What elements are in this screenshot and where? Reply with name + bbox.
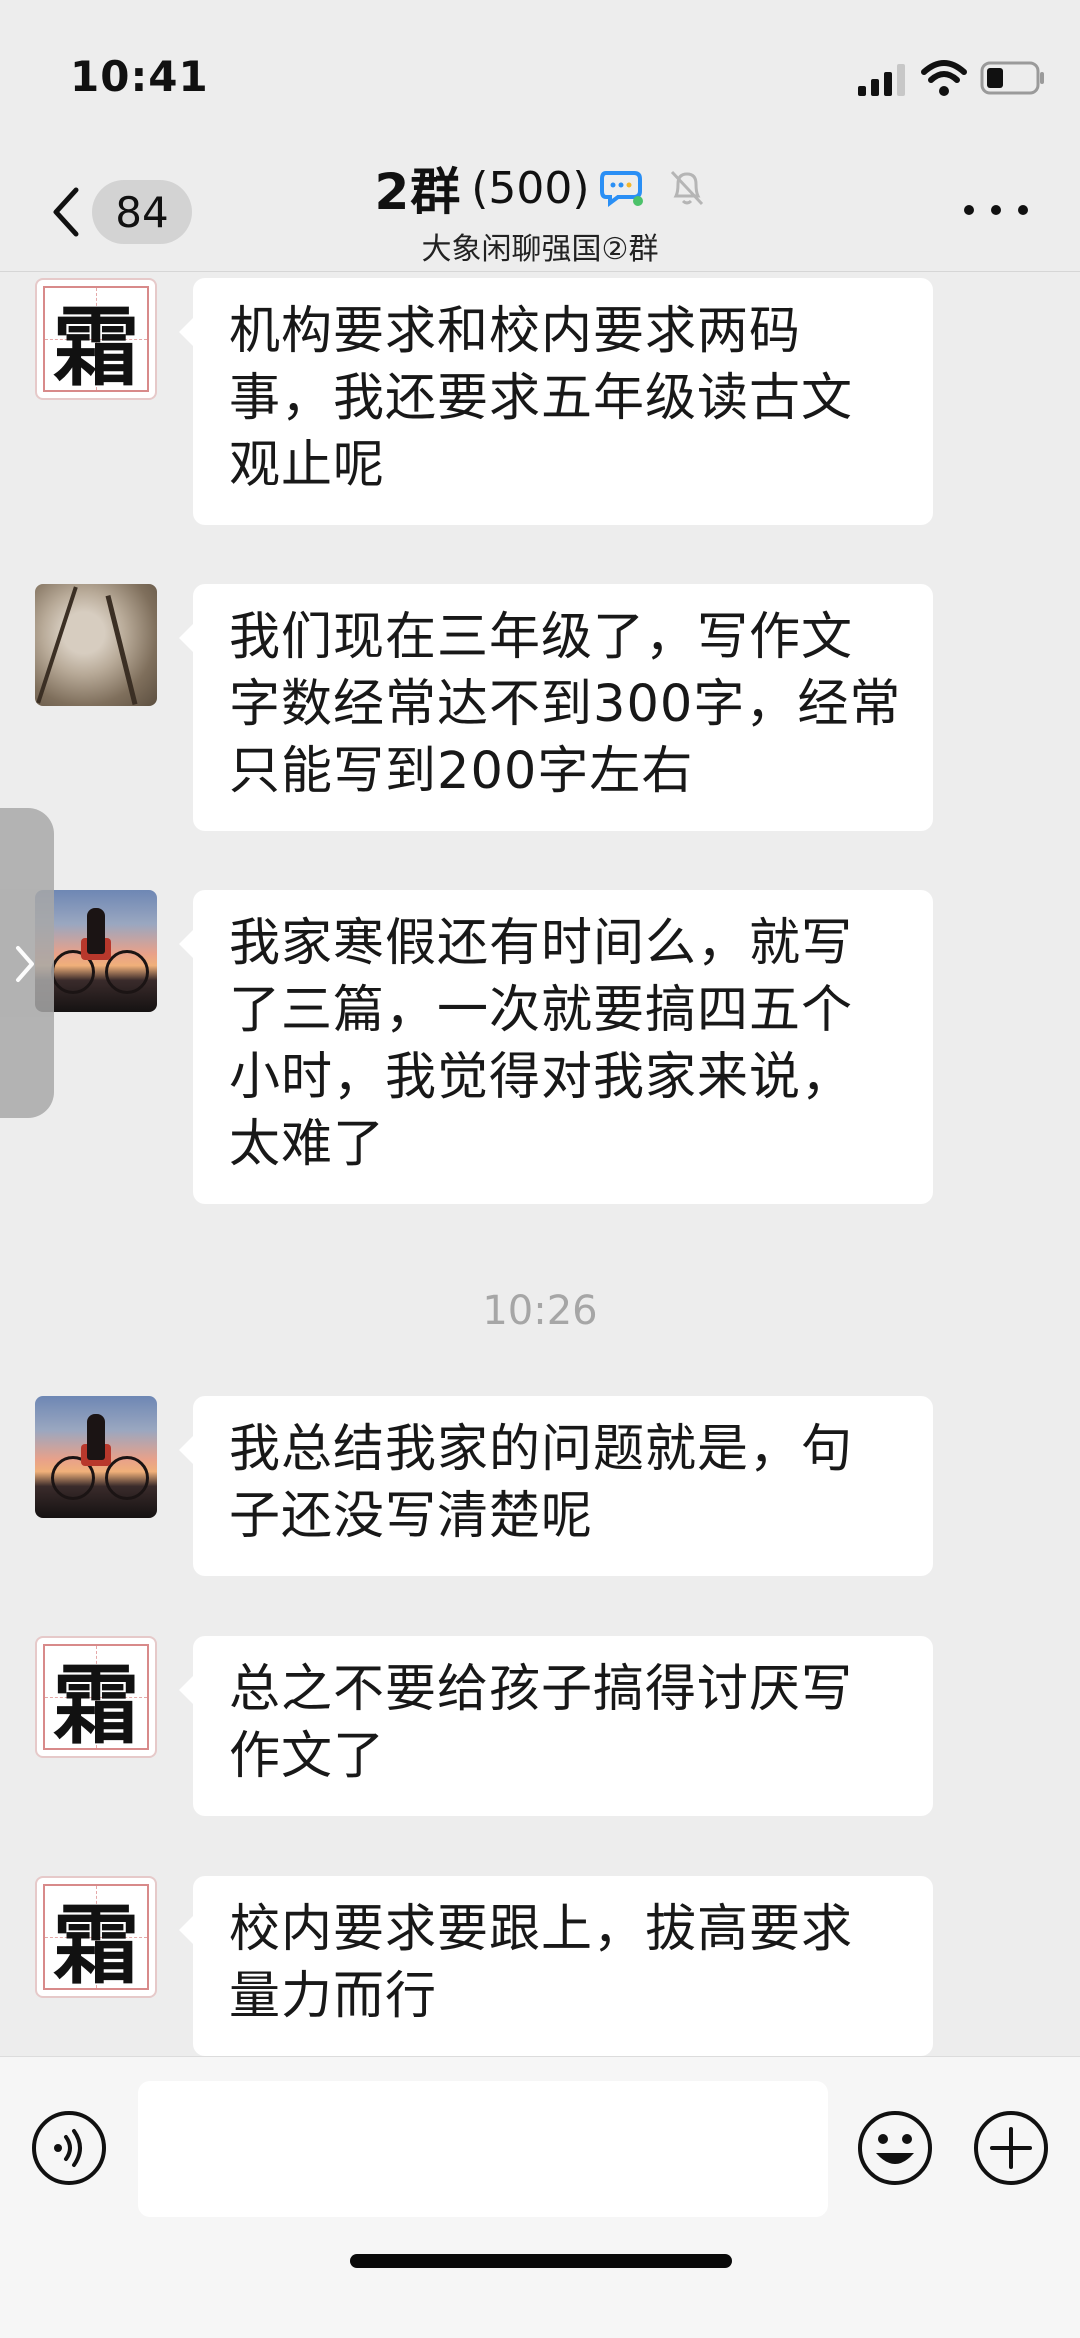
unread-count-badge: 84 xyxy=(92,180,192,244)
chevron-left-icon xyxy=(53,187,79,237)
message-bubble[interactable]: 我们现在三年级了，写作文字数经常达不到300字，经常只能写到200字左右 xyxy=(179,584,933,831)
frost-char-avatar[interactable]: 霜 xyxy=(35,278,157,400)
tree-photo-avatar[interactable] xyxy=(35,584,157,706)
message-list[interactable]: 霜 机构要求和校内要求两码事，我还要求五年级读古文观止呢 我们现在三年级了，写作… xyxy=(0,272,1080,2056)
chat-title-area[interactable]: 2群 (500) 大象闲聊强国②群 xyxy=(240,156,840,268)
chevron-right-icon xyxy=(16,946,34,982)
emoji-icon[interactable] xyxy=(856,2109,934,2187)
cellular-signal-icon xyxy=(858,64,905,96)
status-bar: 10:41 xyxy=(0,0,1080,150)
message-bubble[interactable]: 机构要求和校内要求两码事，我还要求五年级读古文观止呢 xyxy=(179,278,933,525)
bell-muted-icon xyxy=(670,170,703,206)
group-name: 2群 xyxy=(374,163,462,221)
voice-icon[interactable] xyxy=(30,2109,108,2187)
message-bubble[interactable]: 我家寒假还有时间么，就写了三篇，一次就要搞四五个小时，我觉得对我家来说，太难了 xyxy=(179,890,933,1204)
chat-bubble-icon xyxy=(599,171,643,207)
chat-header: 84 2群 (500) 大象闲聊强国②群 xyxy=(0,150,1080,272)
home-indicator[interactable] xyxy=(350,2254,732,2268)
more-dots-icon xyxy=(964,205,974,215)
status-time: 10:41 xyxy=(70,52,209,101)
message-bubble[interactable]: 校内要求要跟上，拔高要求量力而行 xyxy=(179,1876,933,2056)
side-drawer-handle[interactable] xyxy=(0,808,54,1118)
avatar-char: 霜 xyxy=(53,1894,139,1996)
more-options-button[interactable] xyxy=(964,194,1028,226)
message-timestamp: 10:26 xyxy=(482,1288,598,1334)
input-bar xyxy=(0,2056,1080,2338)
plus-icon[interactable] xyxy=(972,2109,1050,2187)
sunset-bike-avatar[interactable] xyxy=(35,1396,157,1518)
member-count: (500) xyxy=(471,162,590,214)
battery-icon xyxy=(980,61,1044,95)
message-bubble[interactable]: 总之不要给孩子搞得讨厌写作文了 xyxy=(179,1636,933,1816)
group-subtitle: 大象闲聊强国②群 xyxy=(421,232,659,267)
frost-char-avatar[interactable]: 霜 xyxy=(35,1636,157,1758)
message-input[interactable] xyxy=(138,2081,828,2217)
back-button[interactable]: 84 xyxy=(40,172,200,248)
avatar-char: 霜 xyxy=(53,296,139,398)
frost-char-avatar[interactable]: 霜 xyxy=(35,1876,157,1998)
avatar-char: 霜 xyxy=(53,1654,139,1756)
wifi-icon xyxy=(921,60,967,96)
message-bubble[interactable]: 我总结我家的问题就是，句子还没写清楚呢 xyxy=(179,1396,933,1576)
